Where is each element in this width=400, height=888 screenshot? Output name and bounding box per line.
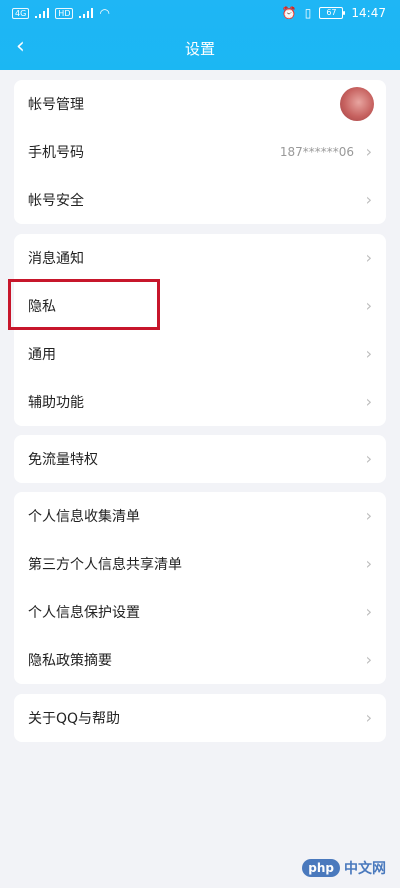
- settings-item-label: 通用: [28, 347, 56, 363]
- chevron-right-icon: ›: [365, 554, 372, 573]
- status-left: 4G HD ◠: [12, 6, 110, 20]
- hd-badge: HD: [55, 7, 74, 19]
- settings-item-label: 关于QQ与帮助: [28, 711, 121, 727]
- header-bar: 4G HD ◠ ⏰ ▯ 67 14:47 ‹ 设置: [0, 0, 400, 70]
- vibrate-icon: ▯: [304, 6, 312, 20]
- settings-group-data: 免流量特权 ›: [14, 435, 386, 483]
- watermark: php 中文网: [302, 858, 386, 878]
- settings-group-about: 关于QQ与帮助 ›: [14, 694, 386, 742]
- watermark-logo: php: [302, 859, 340, 877]
- settings-item-label: 第三方个人信息共享清单: [28, 557, 182, 573]
- settings-item-label: 辅助功能: [28, 395, 84, 411]
- signal-icon: [35, 8, 50, 18]
- settings-group-general: 消息通知 › 隐私 › 通用 › 辅助功能 ›: [14, 234, 386, 426]
- status-right: ⏰ ▯ 67 14:47: [282, 6, 386, 20]
- wifi-icon: ◠: [99, 6, 110, 20]
- alarm-icon: ⏰: [281, 6, 297, 20]
- status-bar: 4G HD ◠ ⏰ ▯ 67 14:47: [0, 0, 400, 28]
- settings-group-account: 帐号管理 手机号码 187******06 › 帐号安全 ›: [14, 80, 386, 224]
- chevron-right-icon: ›: [365, 708, 372, 727]
- signal-icon-2: [79, 8, 94, 18]
- chevron-right-icon: ›: [365, 392, 372, 411]
- settings-item-free-data[interactable]: 免流量特权 ›: [14, 435, 386, 483]
- settings-group-personal-info: 个人信息收集清单 › 第三方个人信息共享清单 › 个人信息保护设置 › 隐私政策…: [14, 492, 386, 684]
- chevron-right-icon: ›: [365, 248, 372, 267]
- settings-item-notifications[interactable]: 消息通知 ›: [14, 234, 386, 282]
- chevron-right-icon: ›: [365, 449, 372, 468]
- settings-item-privacy-policy[interactable]: 隐私政策摘要 ›: [14, 636, 386, 684]
- settings-item-label: 免流量特权: [28, 452, 98, 468]
- settings-item-third-party-sharing[interactable]: 第三方个人信息共享清单 ›: [14, 540, 386, 588]
- chevron-right-icon: ›: [365, 296, 372, 315]
- settings-item-label: 个人信息收集清单: [28, 509, 140, 525]
- chevron-right-icon: ›: [365, 602, 372, 621]
- settings-item-about-qq[interactable]: 关于QQ与帮助 ›: [14, 694, 386, 742]
- battery-icon: 67: [319, 7, 346, 19]
- settings-item-label: 手机号码: [28, 145, 84, 161]
- chevron-right-icon: ›: [365, 190, 372, 209]
- settings-item-phone-number[interactable]: 手机号码 187******06 ›: [14, 128, 386, 176]
- chevron-right-icon: ›: [365, 344, 372, 363]
- network-badge: 4G: [12, 7, 30, 19]
- page-title: 设置: [184, 40, 215, 58]
- settings-item-info-collection[interactable]: 个人信息收集清单 ›: [14, 492, 386, 540]
- highlight-box: [8, 279, 160, 330]
- chevron-right-icon: ›: [365, 506, 372, 525]
- settings-item-label: 消息通知: [28, 251, 84, 267]
- settings-item-label: 隐私政策摘要: [28, 653, 112, 669]
- status-time: 14:47: [351, 6, 386, 20]
- navigation-bar: ‹ 设置: [0, 30, 400, 70]
- settings-item-account-security[interactable]: 帐号安全 ›: [14, 176, 386, 224]
- chevron-right-icon: ›: [365, 142, 372, 161]
- settings-item-general[interactable]: 通用 ›: [14, 330, 386, 378]
- watermark-text: 中文网: [344, 861, 386, 877]
- settings-item-accessibility[interactable]: 辅助功能 ›: [14, 378, 386, 426]
- chevron-right-icon: ›: [365, 650, 372, 669]
- settings-item-label: 个人信息保护设置: [28, 605, 140, 621]
- avatar[interactable]: [340, 87, 374, 121]
- settings-item-info-protection[interactable]: 个人信息保护设置 ›: [14, 588, 386, 636]
- settings-item-label: 帐号安全: [28, 193, 84, 209]
- settings-item-account-management[interactable]: 帐号管理: [14, 80, 386, 128]
- settings-item-label: 帐号管理: [28, 97, 84, 113]
- phone-number-value: 187******06: [279, 145, 354, 159]
